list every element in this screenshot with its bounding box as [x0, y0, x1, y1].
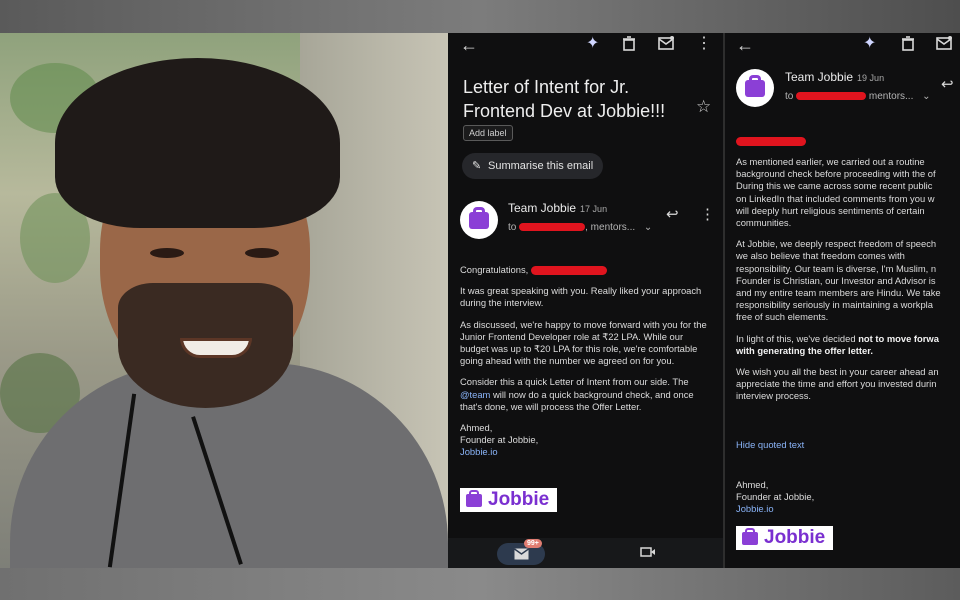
signature-title: Founder at Jobbie,: [736, 491, 815, 503]
chevron-down-icon[interactable]: ⌄: [644, 222, 652, 233]
email-date: 19 Jun: [857, 73, 885, 83]
summarise-label: Summarise this email: [488, 160, 594, 172]
recipients-line[interactable]: to mentors... ⌄: [785, 91, 931, 102]
body-paragraph: As discussed, we're happy to move forwar…: [460, 318, 707, 367]
summarise-icon: ✎: [472, 160, 482, 172]
unread-badge: 99+: [524, 539, 542, 548]
redacted-recipient: [796, 92, 867, 101]
jobbie-logo: Jobbie: [460, 488, 558, 512]
summarise-button[interactable]: ✎ Summarise this email: [462, 153, 604, 179]
mail-icon[interactable]: [658, 36, 674, 54]
more-vert-icon[interactable]: ⋮: [696, 36, 712, 52]
sender-avatar[interactable]: [460, 201, 498, 239]
redacted-name: [530, 266, 607, 276]
email-body: As mentioned earlier, we carried out a r…: [736, 156, 941, 412]
jobbie-logo: Jobbie: [736, 526, 834, 550]
website-link[interactable]: Jobbie.io: [460, 446, 498, 457]
sender-line: Team Jobbie 19 Jun: [785, 70, 884, 84]
sparkle-icon[interactable]: ✦: [586, 36, 599, 52]
email-rejection: ← ✦ Team Jobbie 19 Jun to mentors... ⌄ ↩ …: [725, 33, 960, 568]
trash-icon[interactable]: [622, 36, 636, 55]
star-icon[interactable]: ☆: [696, 97, 711, 117]
email-body: Congratulations, It was great speaking w…: [460, 264, 712, 459]
email-letter-of-intent: ← ✦ ⋮ Letter of Intent for Jr. Frontend …: [448, 33, 723, 568]
signature-name: Ahmed,: [460, 422, 493, 434]
sender-name: Team Jobbie: [508, 201, 577, 215]
body-paragraph: It was great speaking with you. Really l…: [460, 285, 702, 309]
person-photo: [0, 33, 448, 568]
video-icon[interactable]: [640, 546, 656, 562]
arrow-left-icon[interactable]: ←: [736, 36, 754, 54]
team-mention-link[interactable]: @team: [460, 389, 490, 400]
arrow-left-icon[interactable]: ←: [460, 36, 478, 54]
sparkle-icon[interactable]: ✦: [863, 36, 876, 52]
email-subject: Letter of Intent for Jr. Frontend Dev at…: [463, 77, 666, 121]
redacted-recipient: [519, 223, 586, 232]
recipients-line[interactable]: to , mentors... ⌄: [508, 222, 652, 233]
body-paragraph: As mentioned earlier, we carried out a r…: [736, 156, 936, 229]
signature: Ahmed, Founder at Jobbie, Jobbie.io: [736, 479, 814, 516]
more-vert-icon[interactable]: ⋮: [700, 207, 715, 223]
signature-title: Founder at Jobbie,: [460, 434, 539, 446]
reply-icon[interactable]: ↩: [941, 77, 954, 93]
email-date: 17 Jun: [580, 204, 608, 214]
sender-name: Team Jobbie: [785, 70, 854, 84]
mail-icon[interactable]: [936, 36, 952, 54]
bottom-band: [0, 568, 960, 600]
sender-line: Team Jobbie 17 Jun: [508, 201, 607, 215]
body-paragraph: We wish you all the best in your career …: [736, 366, 939, 402]
trash-icon[interactable]: [901, 36, 915, 55]
body-paragraph: At Jobbie, we deeply respect freedom of …: [736, 238, 941, 323]
redacted-name: [736, 137, 806, 146]
signature-name: Ahmed,: [736, 479, 769, 490]
sender-avatar[interactable]: [736, 69, 774, 107]
body-paragraph: In light of this, we've decided not to m…: [736, 332, 939, 356]
add-label-chip[interactable]: Add label: [463, 125, 513, 141]
top-band: [0, 0, 960, 33]
bottom-nav: 99+: [448, 538, 723, 568]
body-paragraph: Consider this a quick Letter of Intent f…: [460, 376, 694, 412]
hide-quoted-text-link[interactable]: Hide quoted text: [736, 439, 804, 451]
reply-icon[interactable]: ↩: [666, 207, 679, 223]
website-link[interactable]: Jobbie.io: [736, 503, 774, 514]
chevron-down-icon[interactable]: ⌄: [922, 91, 930, 102]
